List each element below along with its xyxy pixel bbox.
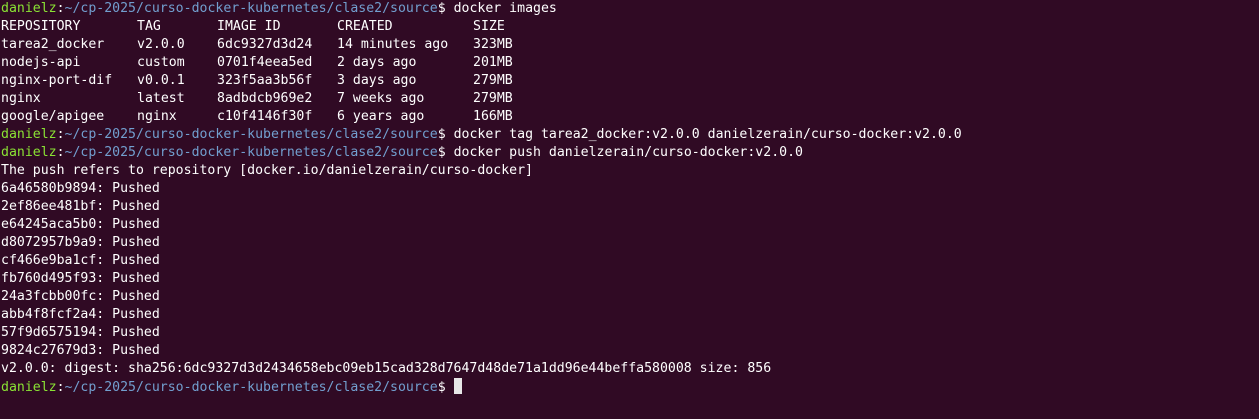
header-repository: REPOSITORY xyxy=(1,19,81,34)
cell-image-id: 6dc9327d3d24 xyxy=(217,37,313,52)
command-text: docker images xyxy=(453,1,557,16)
command-text: docker tag tarea2_docker:v2.0.0 danielze… xyxy=(453,127,962,142)
output-line: The push refers to repository [docker.io… xyxy=(1,163,533,178)
cell-created: 6 years ago xyxy=(337,109,425,124)
layer-push-line: cf466e9ba1cf: Pushed xyxy=(1,253,160,268)
text-cursor[interactable] xyxy=(453,378,462,394)
cell-tag: v0.0.1 xyxy=(137,73,185,88)
cell-created: 3 days ago xyxy=(337,73,417,88)
prompt-symbol: $ xyxy=(437,145,446,160)
header-image-id: IMAGE ID xyxy=(217,19,281,34)
cell-repository: nginx-port-dif xyxy=(1,73,113,88)
layer-push-line: 24a3fcbb00fc: Pushed xyxy=(1,289,160,304)
prompt-user: danielz xyxy=(1,145,57,160)
cell-image-id: 0701f4eea5ed xyxy=(217,55,313,70)
cell-repository: tarea2_docker xyxy=(1,37,105,52)
cell-image-id: 323f5aa3b56f xyxy=(217,73,313,88)
cell-repository: nodejs-api xyxy=(1,55,81,70)
cell-image-id: c10f4146f30f xyxy=(217,109,313,124)
prompt-user: danielz xyxy=(1,380,57,395)
cell-created: 14 minutes ago xyxy=(337,37,449,52)
cell-size: 201MB xyxy=(473,55,513,70)
table-header-row: REPOSITORY TAG IMAGE ID CREATED SIZE xyxy=(1,18,1259,36)
cell-tag: latest xyxy=(137,91,185,106)
cell-created: 2 days ago xyxy=(337,55,417,70)
prompt-symbol: $ xyxy=(437,127,446,142)
cell-tag: v2.0.0 xyxy=(137,37,185,52)
prompt-path: ~/cp-2025/curso-docker-kubernetes/clase2… xyxy=(64,127,438,142)
cell-size: 279MB xyxy=(473,91,513,106)
header-created: CREATED xyxy=(337,19,393,34)
layer-push-line: fb760d495f93: Pushed xyxy=(1,271,160,286)
table-row: nginx-port-dif v0.0.1 323f5aa3b56f 3 days a… xyxy=(1,72,1259,90)
cell-created: 7 weeks ago xyxy=(337,91,425,106)
cell-size: 323MB xyxy=(473,37,513,52)
layer-push-line: 2ef86ee481bf: Pushed xyxy=(1,199,160,214)
prompt-path: ~/cp-2025/curso-docker-kubernetes/clase2… xyxy=(64,1,438,16)
cell-size: 279MB xyxy=(473,73,513,88)
cell-tag: custom xyxy=(137,55,185,70)
prompt-user: danielz xyxy=(1,127,57,142)
prompt-path: ~/cp-2025/curso-docker-kubernetes/clase2… xyxy=(64,145,438,160)
prompt-line: danielz:~/cp-2025/curso-docker-kubernete… xyxy=(1,145,803,160)
prompt-path: ~/cp-2025/curso-docker-kubernetes/clase2… xyxy=(64,380,438,395)
cell-size: 166MB xyxy=(473,109,513,124)
table-row: nodejs-api custom 0701f4eea5ed 2 days ago 20… xyxy=(1,54,1259,72)
layer-push-line: 6a46580b9894: Pushed xyxy=(1,181,160,196)
active-prompt-line[interactable]: danielz:~/cp-2025/curso-docker-kubernete… xyxy=(1,378,1259,396)
layer-push-line: abb4f8fcf2a4: Pushed xyxy=(1,307,160,322)
cell-repository: google/apigee xyxy=(1,109,105,124)
table-row: nginx latest 8adbdcb969e2 7 weeks ago 279MB xyxy=(1,90,1259,108)
prompt-symbol: $ xyxy=(437,380,446,395)
layer-push-line: d8072957b9a9: Pushed xyxy=(1,235,160,250)
prompt-line: danielz:~/cp-2025/curso-docker-kubernete… xyxy=(1,1,557,16)
layer-push-line: e64245aca5b0: Pushed xyxy=(1,217,160,232)
command-text: docker push danielzerain/curso-docker:v2… xyxy=(453,145,803,160)
prompt-symbol: $ xyxy=(437,1,446,16)
cell-repository: nginx xyxy=(1,91,41,106)
layer-push-line: 57f9d6575194: Pushed xyxy=(1,325,160,340)
digest-line: v2.0.0: digest: sha256:6dc9327d3d2434658… xyxy=(1,361,772,376)
layer-push-line: 9824c27679d3: Pushed xyxy=(1,343,160,358)
prompt-user: danielz xyxy=(1,1,57,16)
cell-image-id: 8adbdcb969e2 xyxy=(217,91,313,106)
table-row: google/apigee nginx c10f4146f30f 6 years ag… xyxy=(1,108,1259,126)
cell-tag: nginx xyxy=(137,109,177,124)
prompt-line: danielz:~/cp-2025/curso-docker-kubernete… xyxy=(1,127,962,142)
terminal-window[interactable]: danielz:~/cp-2025/curso-docker-kubernete… xyxy=(0,0,1259,419)
header-size: SIZE xyxy=(473,19,505,34)
header-tag: TAG xyxy=(137,19,161,34)
table-row: tarea2_docker v2.0.0 6dc9327d3d24 14 minute… xyxy=(1,36,1259,54)
